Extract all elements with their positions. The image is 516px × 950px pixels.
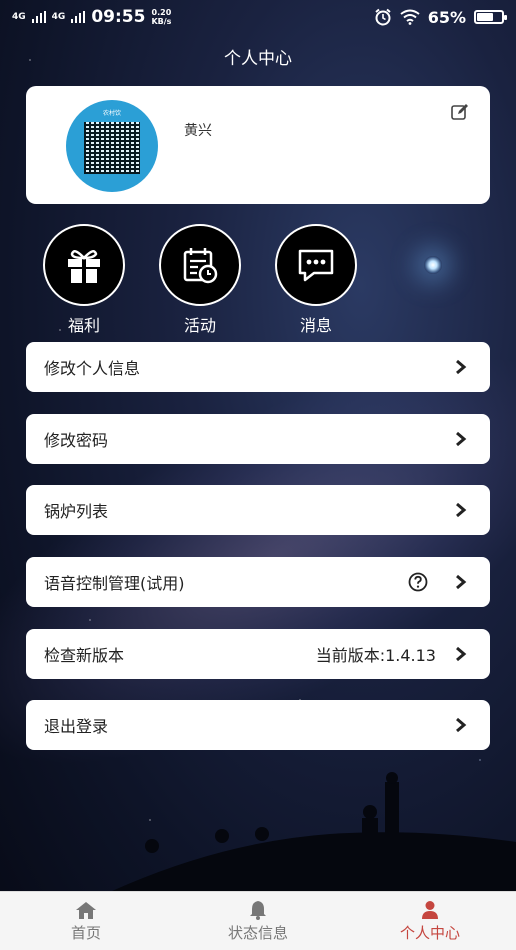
quick-action-label: 活动 bbox=[183, 316, 216, 335]
menu-voice-control[interactable]: 语音控制管理(试用) bbox=[26, 557, 490, 607]
signal-bars-icon bbox=[71, 11, 86, 23]
menu-label: 检查新版本 bbox=[44, 646, 125, 665]
quick-action-welfare[interactable]: 福利 bbox=[39, 224, 129, 336]
menu-label: 锅炉列表 bbox=[44, 502, 109, 521]
network-speed: 0.20 KB/s bbox=[151, 8, 171, 26]
tab-home[interactable]: 首页 bbox=[0, 892, 172, 950]
signal-1-label: 4G bbox=[12, 11, 26, 22]
chevron-right-icon bbox=[456, 646, 467, 662]
menu-label: 修改密码 bbox=[44, 431, 109, 450]
signal-2-label: 4G bbox=[51, 11, 66, 22]
battery-percent: 65% bbox=[427, 7, 466, 27]
menu-boiler-list[interactable]: 锅炉列表 bbox=[26, 485, 490, 535]
status-bar: 4G 4G 09:55 0.20 KB/s 65% bbox=[0, 0, 516, 34]
menu-label: 语音控制管理(试用) bbox=[44, 574, 185, 593]
tab-profile[interactable]: 个人中心 bbox=[344, 892, 516, 950]
battery-icon bbox=[474, 10, 507, 24]
background-hill-silhouette bbox=[110, 772, 516, 892]
quick-action-label: 消息 bbox=[299, 316, 332, 335]
page-title: 个人中心 bbox=[224, 49, 292, 69]
quick-action-messages[interactable]: 消息 bbox=[271, 224, 361, 336]
tab-status[interactable]: 状态信息 bbox=[172, 892, 344, 950]
calendar-icon-circle bbox=[159, 224, 241, 306]
signal-bars-icon bbox=[31, 11, 46, 23]
qr-header-text: 农村饮 bbox=[102, 110, 121, 117]
menu-label: 修改个人信息 bbox=[44, 359, 141, 378]
chat-icon-circle bbox=[275, 224, 357, 306]
tab-label: 状态信息 bbox=[227, 923, 288, 942]
bottom-tab-bar: 首页 状态信息 个人中心 bbox=[0, 891, 516, 950]
chevron-right-icon bbox=[456, 717, 467, 733]
network-speed-unit: KB/s bbox=[151, 17, 172, 26]
qr-code-icon bbox=[84, 122, 140, 174]
user-name: 黄兴 bbox=[184, 123, 212, 139]
bell-icon bbox=[250, 900, 266, 920]
chevron-right-icon bbox=[456, 502, 467, 518]
menu-change-password[interactable]: 修改密码 bbox=[26, 414, 490, 464]
menu-check-update[interactable]: 检查新版本 当前版本:1.4.13 bbox=[26, 629, 490, 679]
chat-bubble-icon bbox=[298, 249, 334, 282]
menu-edit-profile[interactable]: 修改个人信息 bbox=[26, 342, 490, 392]
help-question-icon[interactable] bbox=[408, 572, 428, 592]
wifi-icon bbox=[400, 9, 420, 25]
chevron-right-icon bbox=[456, 359, 467, 375]
qr-code-avatar[interactable]: 农村饮 bbox=[66, 100, 158, 192]
network-speed-value: 0.20 bbox=[151, 8, 172, 17]
edit-profile-icon[interactable] bbox=[450, 102, 470, 122]
tab-label: 个人中心 bbox=[399, 923, 460, 942]
menu-label: 退出登录 bbox=[44, 717, 109, 736]
menu-logout[interactable]: 退出登录 bbox=[26, 700, 490, 750]
person-icon bbox=[422, 900, 438, 919]
battery-fill bbox=[477, 13, 493, 21]
background-bright-star bbox=[424, 256, 442, 274]
quick-action-label: 福利 bbox=[67, 316, 100, 335]
calendar-clock-icon bbox=[183, 248, 218, 284]
profile-card: 农村饮 黄兴 bbox=[26, 86, 490, 204]
tab-label: 首页 bbox=[70, 923, 101, 942]
home-icon bbox=[76, 901, 96, 919]
gift-icon bbox=[68, 250, 100, 283]
gift-icon-circle bbox=[43, 224, 125, 306]
quick-action-activity[interactable]: 活动 bbox=[155, 224, 245, 336]
alarm-clock-icon bbox=[375, 8, 391, 26]
current-version-text: 当前版本:1.4.13 bbox=[315, 646, 436, 665]
clock-time: 09:55 bbox=[91, 7, 146, 27]
chevron-right-icon bbox=[456, 431, 467, 447]
chevron-right-icon bbox=[456, 574, 467, 590]
